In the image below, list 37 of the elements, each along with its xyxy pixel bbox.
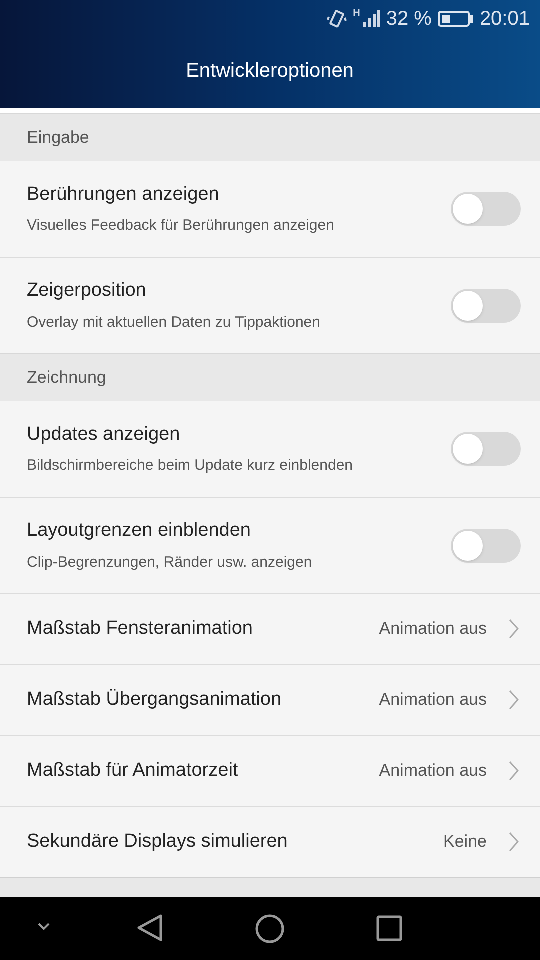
setting-description: Bildschirmbereiche beim Update kurz einblenden <box>27 456 354 476</box>
toggle-switch[interactable] <box>451 528 521 562</box>
section-header: Zeichnung <box>27 366 106 389</box>
recents-icon[interactable] <box>376 915 403 942</box>
chevron-right-icon <box>509 619 519 639</box>
chevron-right-icon <box>509 761 519 781</box>
toggle-switch[interactable] <box>451 288 521 322</box>
toggle-switch[interactable] <box>451 192 521 226</box>
chevron-right-icon <box>509 690 519 710</box>
battery-percent: 32 % <box>386 7 432 32</box>
home-icon[interactable] <box>255 914 285 944</box>
setting-title: Zeigerposition <box>27 279 148 303</box>
setting-description: Clip-Begrenzungen, Ränder usw. anzeigen <box>27 552 314 572</box>
setting-title: Sekundäre Displays simulieren <box>27 830 289 854</box>
chevron-down-icon[interactable] <box>37 922 51 932</box>
toggle-switch[interactable] <box>451 432 521 466</box>
section-header: Eingabe <box>27 126 90 149</box>
chevron-right-icon <box>509 832 519 852</box>
setting-title: Updates anzeigen <box>27 422 182 446</box>
battery-icon <box>438 10 474 28</box>
setting-title: Maßstab für Animatorzeit <box>27 758 240 783</box>
setting-value: Animation aus <box>379 760 487 782</box>
setting-description: Overlay mit aktuellen Daten zu Tippaktionen <box>27 312 322 332</box>
setting-description: Visuelles Feedback für Berührungen anzeigen <box>27 216 336 236</box>
vibrate-icon <box>327 9 348 29</box>
setting-title: Layoutgrenzen einblenden <box>27 519 252 543</box>
screen-title: Entwickleroptionen <box>186 59 354 84</box>
setting-title: Berührungen anzeigen <box>27 182 220 206</box>
back-icon[interactable] <box>137 914 163 942</box>
setting-value: Keine <box>444 831 487 854</box>
signal-icon <box>362 9 380 29</box>
clock: 20:01 <box>480 7 530 32</box>
setting-title: Maßstab Übergangsanimation <box>27 688 283 712</box>
setting-title: Maßstab Fensteranimation <box>27 616 254 641</box>
network-type: H <box>353 7 360 21</box>
setting-value: Animation aus <box>379 689 487 712</box>
setting-value: Animation aus <box>379 618 487 640</box>
